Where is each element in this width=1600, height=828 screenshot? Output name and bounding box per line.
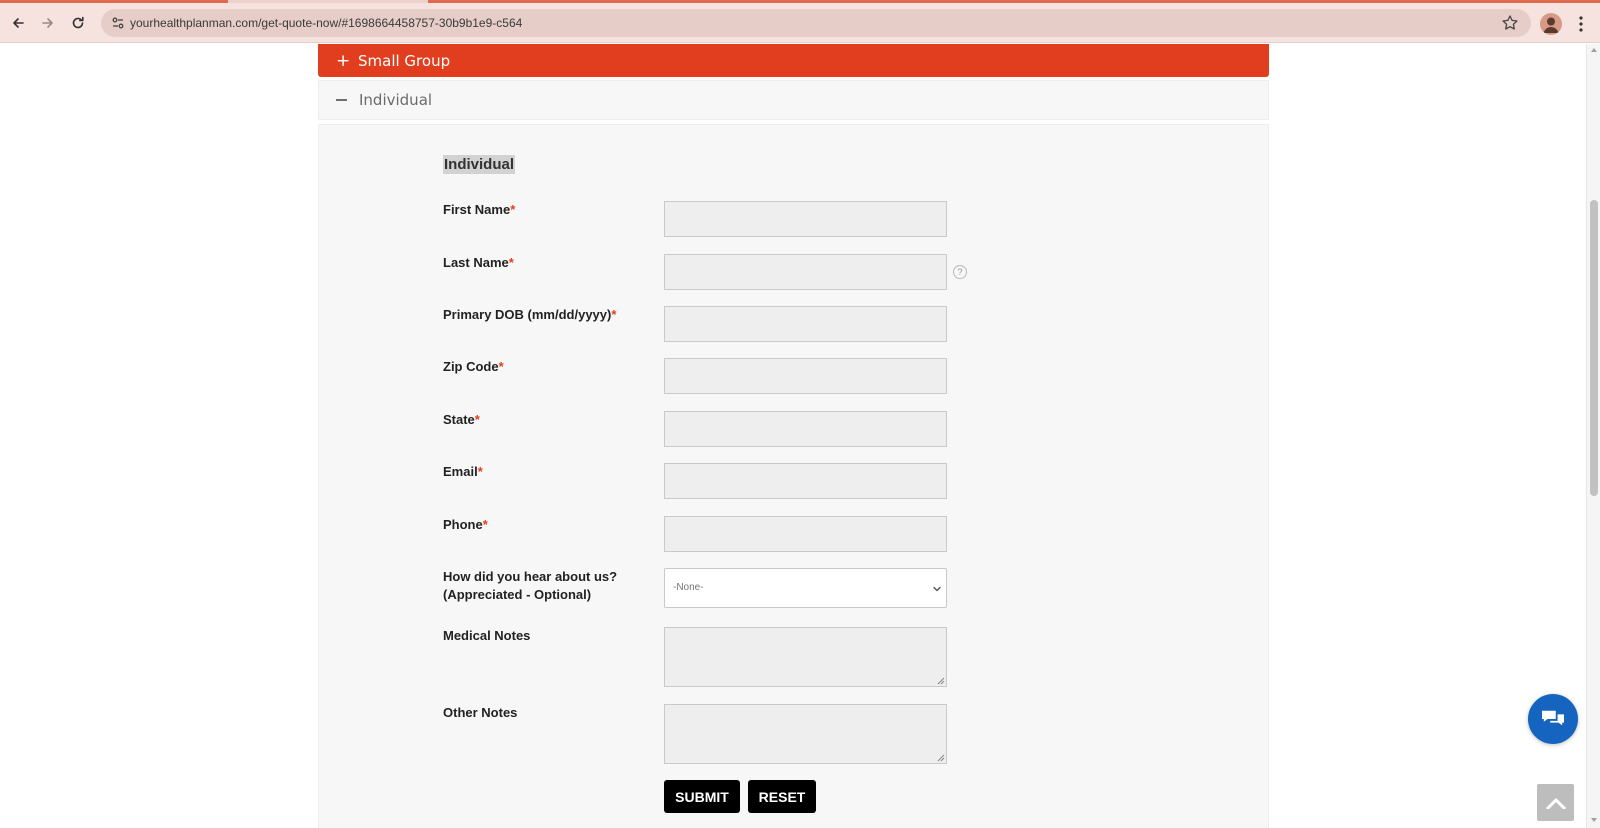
required-asterisk: *: [498, 359, 504, 374]
first-name-label: First Name*: [443, 202, 516, 217]
last-name-field[interactable]: [664, 254, 947, 290]
resize-grip-icon[interactable]: [937, 677, 945, 685]
chevron-up-icon: [1545, 797, 1566, 809]
help-icon[interactable]: ?: [953, 265, 967, 279]
first-name-field[interactable]: [664, 201, 947, 237]
required-asterisk: *: [508, 255, 514, 270]
chevron-down-icon: [933, 586, 941, 592]
medical-notes-label: Medical Notes: [443, 628, 531, 643]
state-label: State*: [443, 412, 480, 427]
scrollbar-thumb[interactable]: [1590, 200, 1598, 496]
reload-icon: [72, 16, 84, 29]
medical-notes-textarea[interactable]: [664, 627, 947, 687]
form-heading: Individual: [443, 155, 516, 174]
required-asterisk: *: [477, 464, 483, 479]
chat-bubble-icon: [1542, 710, 1564, 726]
address-bar[interactable]: yourhealthplanman.com/get-quote-now/#169…: [101, 9, 1531, 37]
state-field[interactable]: [664, 411, 947, 447]
zip-code-field[interactable]: [664, 358, 947, 394]
scroll-down-arrow-icon[interactable]: [1591, 818, 1597, 822]
page-content: + Small Group Individual Individual Firs…: [0, 44, 1586, 828]
phone-field[interactable]: [664, 516, 947, 552]
person-icon: [1543, 17, 1559, 33]
reset-button[interactable]: RESET: [748, 780, 816, 813]
kebab-menu-icon[interactable]: [1571, 14, 1591, 34]
forward-arrow-icon: [42, 18, 53, 28]
profile-avatar[interactable]: [1540, 13, 1562, 35]
accordion-small-group-label: Small Group: [358, 51, 451, 70]
bookmark-star-icon[interactable]: [1501, 14, 1519, 32]
required-asterisk: *: [482, 517, 488, 532]
hear-about-selected: -None-: [673, 582, 704, 593]
accordion-individual[interactable]: Individual: [318, 80, 1269, 120]
page-scrollbar[interactable]: [1586, 44, 1600, 828]
required-asterisk: *: [510, 202, 516, 217]
browser-toolbar: yourhealthplanman.com/get-quote-now/#169…: [0, 3, 1600, 43]
reload-button[interactable]: [66, 11, 90, 35]
forward-button[interactable]: [36, 11, 60, 35]
back-button[interactable]: [6, 11, 30, 35]
dob-label: Primary DOB (mm/dd/yyyy)*: [443, 307, 617, 322]
zip-code-label: Zip Code*: [443, 359, 504, 374]
minus-icon: [336, 99, 347, 101]
email-label: Email*: [443, 464, 483, 479]
accordion-individual-label: Individual: [359, 91, 433, 109]
hear-about-label: How did you hear about us? (Appreciated …: [443, 569, 618, 602]
other-notes-label: Other Notes: [443, 705, 518, 720]
submit-button[interactable]: SUBMIT: [664, 780, 740, 813]
scroll-to-top-button[interactable]: [1537, 784, 1574, 821]
other-notes-textarea[interactable]: [664, 704, 947, 764]
dob-field[interactable]: [664, 306, 947, 342]
email-field[interactable]: [664, 463, 947, 499]
phone-label: Phone*: [443, 517, 488, 532]
resize-grip-icon[interactable]: [937, 754, 945, 762]
plus-icon: +: [336, 50, 351, 71]
required-asterisk: *: [611, 307, 617, 322]
last-name-label: Last Name*: [443, 255, 514, 270]
url-text[interactable]: yourhealthplanman.com/get-quote-now/#169…: [130, 16, 522, 30]
scroll-up-arrow-icon[interactable]: [1591, 48, 1597, 52]
hear-about-select[interactable]: -None-: [664, 568, 947, 608]
required-asterisk: *: [474, 412, 480, 427]
site-info-icon[interactable]: [110, 15, 126, 31]
chat-button[interactable]: [1528, 694, 1578, 744]
accordion-small-group[interactable]: + Small Group: [318, 44, 1269, 77]
back-arrow-icon: [13, 18, 24, 28]
